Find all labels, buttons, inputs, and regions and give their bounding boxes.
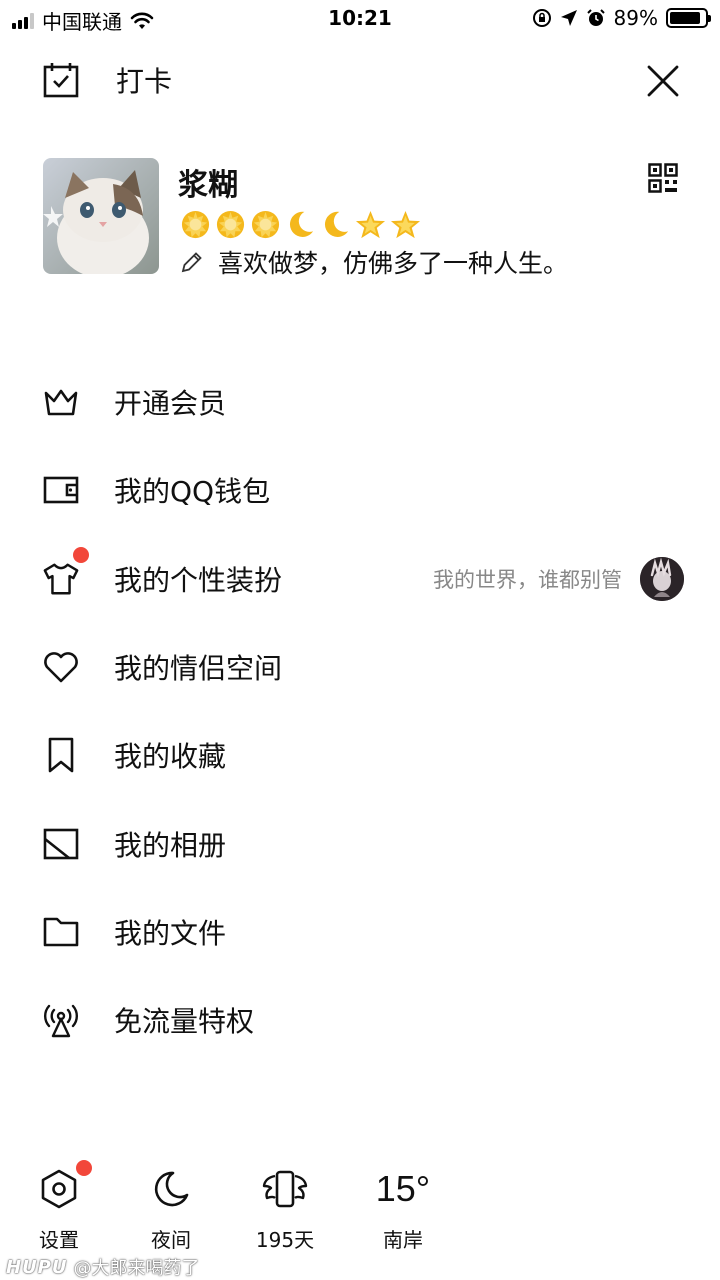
bottom-bar: 设置 夜间 195天 15° 南岸 bbox=[0, 1160, 720, 1260]
moon-icon bbox=[289, 211, 314, 237]
weather-button[interactable]: 15° 南岸 bbox=[348, 1160, 458, 1253]
avatar[interactable] bbox=[43, 158, 159, 274]
login-days-label: 195天 bbox=[255, 1228, 315, 1252]
menu-item-label: 开通会员 bbox=[114, 387, 227, 421]
battery-percent: 89% bbox=[613, 6, 658, 30]
folder-icon bbox=[42, 913, 80, 951]
location-label: 南岸 bbox=[383, 1228, 423, 1252]
moon-icon bbox=[324, 211, 349, 237]
temperature-text: 15° bbox=[375, 1168, 431, 1209]
menu-item-favorites[interactable]: 我的收藏 bbox=[0, 711, 720, 799]
close-icon[interactable] bbox=[646, 64, 680, 98]
night-mode-button[interactable]: 夜间 bbox=[116, 1160, 226, 1253]
decoration-avatar bbox=[640, 556, 684, 601]
checkin-button[interactable]: 打卡 bbox=[42, 60, 172, 100]
menu-item-decoration[interactable]: 我的个性装扮 我的世界，谁都别管 bbox=[0, 535, 720, 623]
moon-icon bbox=[154, 1171, 189, 1207]
nickname: 浆糊 bbox=[178, 168, 238, 203]
settings-button[interactable]: 设置 bbox=[4, 1160, 114, 1253]
menu-item-files[interactable]: 我的文件 bbox=[0, 888, 720, 976]
sun-icon bbox=[216, 210, 245, 239]
tshirt-icon bbox=[42, 560, 80, 598]
menu-item-label: 免流量特权 bbox=[114, 1005, 255, 1039]
status-bar: 中国联通 10:21 89% bbox=[0, 0, 720, 36]
sun-icon bbox=[181, 210, 210, 239]
menu-item-label: 我的QQ钱包 bbox=[114, 475, 271, 509]
location-arrow-icon bbox=[560, 10, 577, 26]
decoration-status-text: 我的世界，谁都别管 bbox=[433, 567, 622, 592]
menu-item-label: 我的个性装扮 bbox=[114, 563, 283, 597]
menu-item-couple-space[interactable]: 我的情侣空间 bbox=[0, 623, 720, 711]
heart-icon bbox=[42, 648, 80, 686]
signature-edit[interactable]: 喜欢做梦，仿佛多了一种人生。 bbox=[180, 244, 568, 280]
login-days-button[interactable]: 195天 bbox=[230, 1160, 340, 1253]
settings-label: 设置 bbox=[39, 1228, 79, 1252]
drawer-menu: 开通会员 我的QQ钱包 我的个性装扮 我的世界，谁都别管 我的情侣空间 我的收藏… bbox=[0, 358, 720, 1064]
menu-item-vip[interactable]: 开通会员 bbox=[0, 358, 720, 446]
settings-hexagon-icon bbox=[41, 1169, 77, 1209]
watermark-brand: HUPU bbox=[6, 1256, 68, 1278]
star-icon bbox=[390, 210, 421, 239]
menu-item-album[interactable]: 我的相册 bbox=[0, 799, 720, 887]
menu-item-label: 我的情侣空间 bbox=[114, 652, 283, 686]
antenna-icon bbox=[42, 1001, 80, 1039]
wallet-icon bbox=[42, 471, 80, 509]
notification-badge bbox=[76, 1160, 92, 1176]
menu-item-label: 我的收藏 bbox=[114, 740, 227, 774]
menu-item-label: 我的文件 bbox=[114, 916, 227, 950]
alarm-icon bbox=[586, 9, 605, 26]
signature-text: 喜欢做梦，仿佛多了一种人生。 bbox=[218, 249, 569, 278]
winged-phone-icon bbox=[262, 1170, 308, 1208]
menu-item-free-data[interactable]: 免流量特权 bbox=[0, 976, 720, 1064]
status-right: 89% bbox=[532, 6, 711, 30]
menu-item-label: 我的相册 bbox=[114, 828, 227, 862]
qr-code-icon[interactable] bbox=[648, 163, 678, 193]
bookmark-icon bbox=[42, 736, 80, 774]
watermark: HUPU @大郎来喝药了 bbox=[6, 1254, 200, 1280]
checkin-label: 打卡 bbox=[116, 65, 173, 98]
menu-item-wallet[interactable]: 我的QQ钱包 bbox=[0, 446, 720, 534]
night-label: 夜间 bbox=[151, 1228, 191, 1252]
rotation-lock-icon bbox=[532, 9, 551, 27]
star-icon bbox=[355, 210, 386, 239]
notification-badge bbox=[73, 546, 89, 563]
sun-icon bbox=[251, 210, 280, 239]
pencil-icon bbox=[181, 252, 202, 273]
qq-level-badges[interactable] bbox=[180, 209, 421, 240]
avatar-image bbox=[43, 158, 159, 274]
calendar-check-icon bbox=[43, 63, 79, 98]
photo-album-icon bbox=[42, 825, 80, 863]
watermark-user: @大郎来喝药了 bbox=[73, 1258, 200, 1279]
battery-icon bbox=[666, 8, 711, 28]
crown-icon bbox=[42, 383, 80, 421]
